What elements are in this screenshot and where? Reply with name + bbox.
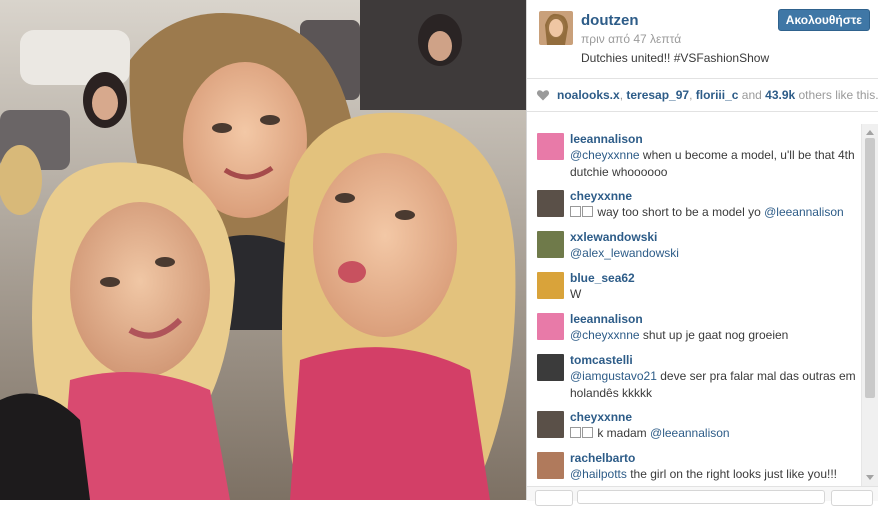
comment-mention[interactable]: @alex_lewandowski — [570, 246, 679, 260]
comment-item: cheyxxnne way too short to be a model yo… — [527, 181, 861, 222]
commenter-avatar[interactable] — [537, 411, 564, 438]
scroll-down-arrow-icon[interactable] — [866, 475, 874, 480]
likes-count[interactable]: 43.9k — [765, 88, 795, 102]
like-button[interactable] — [535, 490, 573, 506]
commenter-avatar[interactable] — [537, 190, 564, 217]
comment-text: @cheyxxnne shut up je gaat nog groeien — [570, 327, 861, 344]
comment-input[interactable] — [577, 490, 825, 504]
commenter-username[interactable]: blue_sea62 — [570, 270, 861, 286]
comment-item: rachelbarto @hailpotts the girl on the r… — [527, 443, 861, 484]
commenter-avatar[interactable] — [537, 231, 564, 258]
comment-body: the girl on the right looks just like yo… — [626, 467, 837, 481]
comment-item: blue_sea62 W — [527, 263, 861, 304]
author-username[interactable]: doutzen — [581, 12, 639, 29]
likes-bar: noalooks.x, teresap_97, floriii_c and 43… — [527, 79, 878, 112]
comment-text: @iamgustavo21 deve ser pra falar mal das… — [570, 368, 861, 402]
comment-body: k madam — [594, 426, 651, 440]
commenter-username[interactable]: cheyxxnne — [570, 188, 861, 204]
commenter-avatar[interactable] — [537, 272, 564, 299]
comment-text: W — [570, 286, 861, 303]
comment-text: @cheyxxnne when u become a model, u'll b… — [570, 147, 861, 181]
comment-mention[interactable]: @iamgustavo21 — [570, 369, 657, 383]
author-avatar[interactable] — [539, 11, 573, 45]
comment-body: W — [570, 287, 582, 301]
commenter-username[interactable]: rachelbarto — [570, 450, 861, 466]
author-avatar-image — [539, 11, 573, 45]
selfie-photo-illustration — [0, 0, 526, 500]
likes-suffix: others like this. — [795, 88, 878, 102]
comment-text: way too short to be a model yo @leeannal… — [570, 204, 861, 221]
emoji-placeholder-icon — [582, 206, 593, 217]
follow-button[interactable]: Ακολουθήστε — [777, 9, 870, 31]
commenter-avatar[interactable] — [537, 313, 564, 340]
comment-item: tomcastelli @iamgustavo21 deve ser pra f… — [527, 345, 861, 402]
heart-icon — [536, 90, 550, 101]
post-header: doutzen πριν από 47 λεπτά Dutchies unite… — [527, 0, 878, 79]
scrollbar-thumb[interactable] — [865, 138, 875, 398]
comments-scrollbar[interactable] — [861, 124, 878, 486]
emoji-placeholder-icon — [570, 427, 581, 438]
likes-separator: , — [689, 88, 696, 102]
liker-link[interactable]: floriii_c — [696, 88, 739, 102]
commenter-avatar[interactable] — [537, 133, 564, 160]
commenter-avatar[interactable] — [537, 452, 564, 479]
scroll-up-arrow-icon[interactable] — [866, 130, 874, 135]
post-caption: Dutchies united!! #VSFashionShow — [581, 51, 770, 65]
liker-link[interactable]: teresap_97 — [626, 88, 689, 102]
comment-composer — [527, 486, 878, 506]
post-sidebar: doutzen πριν από 47 λεπτά Dutchies unite… — [526, 0, 878, 506]
commenter-username[interactable]: leeannalison — [570, 311, 861, 327]
commenter-username[interactable]: cheyxxnne — [570, 409, 861, 425]
comments-list: leeannalison @cheyxxnne when u become a … — [527, 124, 861, 486]
post-timestamp: πριν από 47 λεπτά — [581, 32, 682, 46]
comment-text: k madam @leeannalison — [570, 425, 861, 442]
comment-text: @hailpotts the girl on the right looks j… — [570, 466, 861, 483]
more-options-button[interactable] — [831, 490, 873, 506]
comment-mention[interactable]: @leeannalison — [764, 205, 844, 219]
comment-item: leeannalison @cheyxxnne shut up je gaat … — [527, 304, 861, 345]
commenter-username[interactable]: leeannalison — [570, 131, 861, 147]
comment-mention[interactable]: @cheyxxnne — [570, 148, 640, 162]
comment-item: xxlewandowski @alex_lewandowski — [527, 222, 861, 263]
emoji-placeholder-icon — [570, 206, 581, 217]
comment-body: shut up je gaat nog groeien — [639, 328, 789, 342]
likes-and: and — [738, 88, 766, 102]
comment-body: way too short to be a model yo — [594, 205, 765, 219]
commenter-username[interactable]: tomcastelli — [570, 352, 861, 368]
post-photo — [0, 0, 526, 500]
commenter-username[interactable]: xxlewandowski — [570, 229, 861, 245]
comment-mention[interactable]: @leeannalison — [650, 426, 730, 440]
comment-text: @alex_lewandowski — [570, 245, 861, 262]
comment-item: leeannalison @cheyxxnne when u become a … — [527, 124, 861, 181]
comment-mention[interactable]: @cheyxxnne — [570, 328, 640, 342]
comment-mention[interactable]: @hailpotts — [570, 467, 627, 481]
commenter-avatar[interactable] — [537, 354, 564, 381]
liker-link[interactable]: noalooks.x — [557, 88, 620, 102]
emoji-placeholder-icon — [582, 427, 593, 438]
comment-item: cheyxxnne k madam @leeannalison — [527, 402, 861, 443]
